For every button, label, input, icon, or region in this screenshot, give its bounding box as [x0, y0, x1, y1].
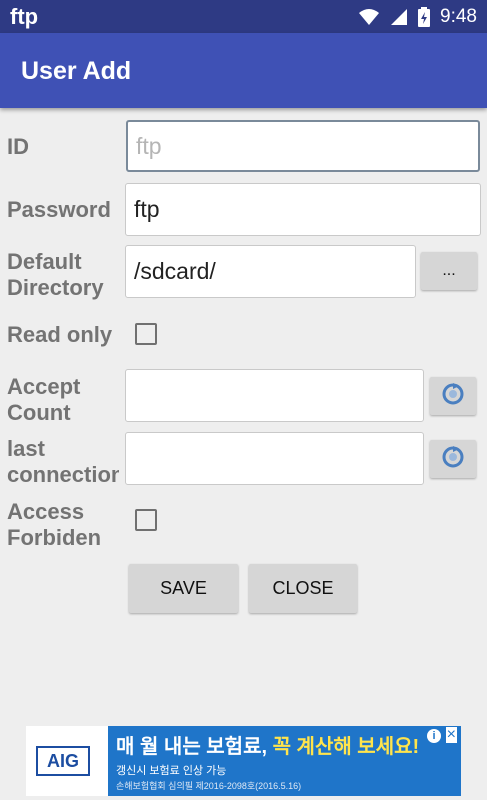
status-app-name: ftp — [10, 4, 39, 29]
status-time: 9:48 — [440, 6, 477, 27]
last-connection-input[interactable] — [125, 432, 424, 485]
ad-subtext: 갱신시 보험료 인상 가능 — [116, 765, 227, 777]
battery-charging-icon — [418, 7, 431, 27]
last-connection-label: last connection — [7, 436, 119, 488]
accept-count-label-line1: Accept — [7, 374, 81, 399]
signal-icon — [390, 8, 408, 26]
read-only-checkbox[interactable] — [135, 323, 157, 345]
ad-fine-print: 손해보험협회 심의필 제2016-2098호(2016.5.16) — [116, 781, 302, 791]
refresh-icon — [440, 381, 466, 412]
ad-content[interactable]: 매 월 내는 보험료, 꼭 계산해 보세요! 갱신시 보험료 인상 가능 손해보… — [108, 726, 461, 796]
close-button[interactable]: CLOSE — [249, 564, 357, 613]
access-forbidden-checkbox[interactable] — [135, 509, 157, 531]
default-directory-label-line1: Default — [7, 249, 82, 274]
page-title: User Add — [21, 57, 132, 85]
access-forbidden-label: Access Forbiden — [7, 499, 119, 551]
save-button[interactable]: SAVE — [129, 564, 238, 613]
info-icon[interactable]: i — [427, 729, 441, 743]
ad-headline-white: 매 월 내는 보험료, — [116, 736, 268, 758]
wifi-icon — [358, 8, 380, 26]
status-bar: ftp 9:48 — [0, 0, 487, 33]
default-directory-input[interactable]: /sdcard/ — [125, 245, 416, 298]
id-label: ID — [7, 134, 29, 159]
accept-count-label-line2: Count — [7, 400, 71, 425]
close-icon[interactable]: × — [445, 727, 457, 743]
app-bar: User Add — [0, 33, 487, 108]
aig-logo: AIG — [36, 746, 90, 776]
default-directory-label: Default Directory — [7, 249, 119, 300]
read-only-label: Read only — [7, 322, 113, 347]
access-forbidden-label-line2: Forbiden — [7, 525, 102, 550]
browse-directory-button[interactable]: ... — [421, 252, 477, 290]
status-icons: 9:48 — [358, 6, 477, 28]
ad-banner[interactable]: AIG 매 월 내는 보험료, 꼭 계산해 보세요! 갱신시 보험료 인상 가능… — [26, 726, 461, 796]
refresh-icon — [440, 444, 466, 475]
password-input[interactable]: ftp — [125, 183, 481, 236]
last-connection-label-line1: last — [7, 436, 45, 461]
accept-count-label: Accept Count — [7, 374, 119, 426]
last-connection-reset-button[interactable] — [430, 440, 476, 478]
last-connection-label-line2: connection — [7, 462, 119, 487]
ad-headline-yellow: 꼭 계산해 보세요! — [272, 736, 420, 758]
access-forbidden-label-line1: Access — [7, 499, 85, 524]
password-label: Password — [7, 197, 111, 222]
accept-count-reset-button[interactable] — [430, 377, 476, 415]
ad-headline: 매 월 내는 보험료, 꼭 계산해 보세요! — [116, 730, 419, 759]
default-directory-label-line2: Directory — [7, 275, 104, 300]
id-input[interactable]: ftp — [126, 120, 480, 172]
accept-count-input[interactable] — [125, 369, 424, 422]
